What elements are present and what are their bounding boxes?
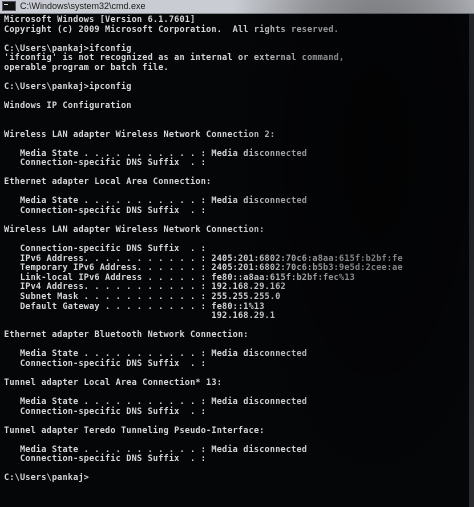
- console-line: Wireless LAN adapter Wireless Network Co…: [4, 129, 276, 140]
- console-line: Temporary IPv6 Address. . . . . . : 2405…: [4, 263, 403, 274]
- console-line: Ethernet adapter Bluetooth Network Conne…: [4, 330, 249, 341]
- window-title: C:\Windows\system32\cmd.exe: [20, 1, 146, 11]
- console-line: Media State . . . . . . . . . . . : Medi…: [4, 349, 308, 360]
- console-line: 192.168.29.1: [4, 311, 276, 322]
- console-line: Tunnel adapter Teredo Tunneling Pseudo-I…: [4, 425, 265, 436]
- console-line: Connection-specific DNS Suffix . :: [4, 158, 207, 169]
- console-line: Wireless LAN adapter Wireless Network Co…: [4, 225, 265, 236]
- console-line: Ethernet adapter Local Area Connection:: [4, 177, 212, 188]
- console-line: Connection-specific DNS Suffix . :: [4, 244, 207, 255]
- cmd-window: C:\Windows\system32\cmd.exe Microsoft Wi…: [0, 0, 474, 507]
- console-line: C:\Users\pankaj>: [4, 473, 90, 484]
- console-line: Media State . . . . . . . . . . . : Medi…: [4, 397, 308, 407]
- console-line: Connection-specific DNS Suffix . :: [4, 206, 207, 216]
- console-line: Windows IP Configuration: [4, 100, 132, 111]
- console-line: Connection-specific DNS Suffix . :: [4, 454, 207, 465]
- console-line: Link-local IPv6 Address . . . . . : fe80…: [4, 272, 355, 283]
- cmd-icon: [2, 1, 16, 11]
- console-line: 'ifconfig' is not recognized as an inter…: [4, 53, 345, 64]
- console-line: C:\Users\pankaj>ipconfig: [4, 81, 132, 92]
- console-line: Media State . . . . . . . . . . . : Medi…: [4, 196, 308, 207]
- console-line: operable program or batch file.: [4, 62, 169, 73]
- vertical-scrollbar[interactable]: [469, 14, 474, 507]
- title-bar[interactable]: C:\Windows\system32\cmd.exe: [0, 0, 474, 14]
- console-output[interactable]: Microsoft Windows [Version 6.1.7601] Copy…: [4, 15, 474, 507]
- console-line: Connection-specific DNS Suffix . :: [4, 406, 207, 417]
- console-line: IPv4 Address. . . . . . . . . . . : 192.…: [4, 282, 286, 293]
- console-line: Default Gateway . . . . . . . . . : fe80…: [4, 301, 265, 312]
- console-line: IPv6 Address. . . . . . . . . . . : 2405…: [4, 253, 403, 264]
- console-line: Connection-specific DNS Suffix . :: [4, 358, 207, 369]
- console-line: Copyright (c) 2009 Microsoft Corporation…: [4, 24, 339, 35]
- console-line: Subnet Mask . . . . . . . . . . . : 255.…: [4, 291, 281, 302]
- console-line: Microsoft Windows [Version 6.1.7601]: [4, 15, 196, 25]
- console-line: Tunnel adapter Local Area Connection* 13…: [4, 377, 223, 388]
